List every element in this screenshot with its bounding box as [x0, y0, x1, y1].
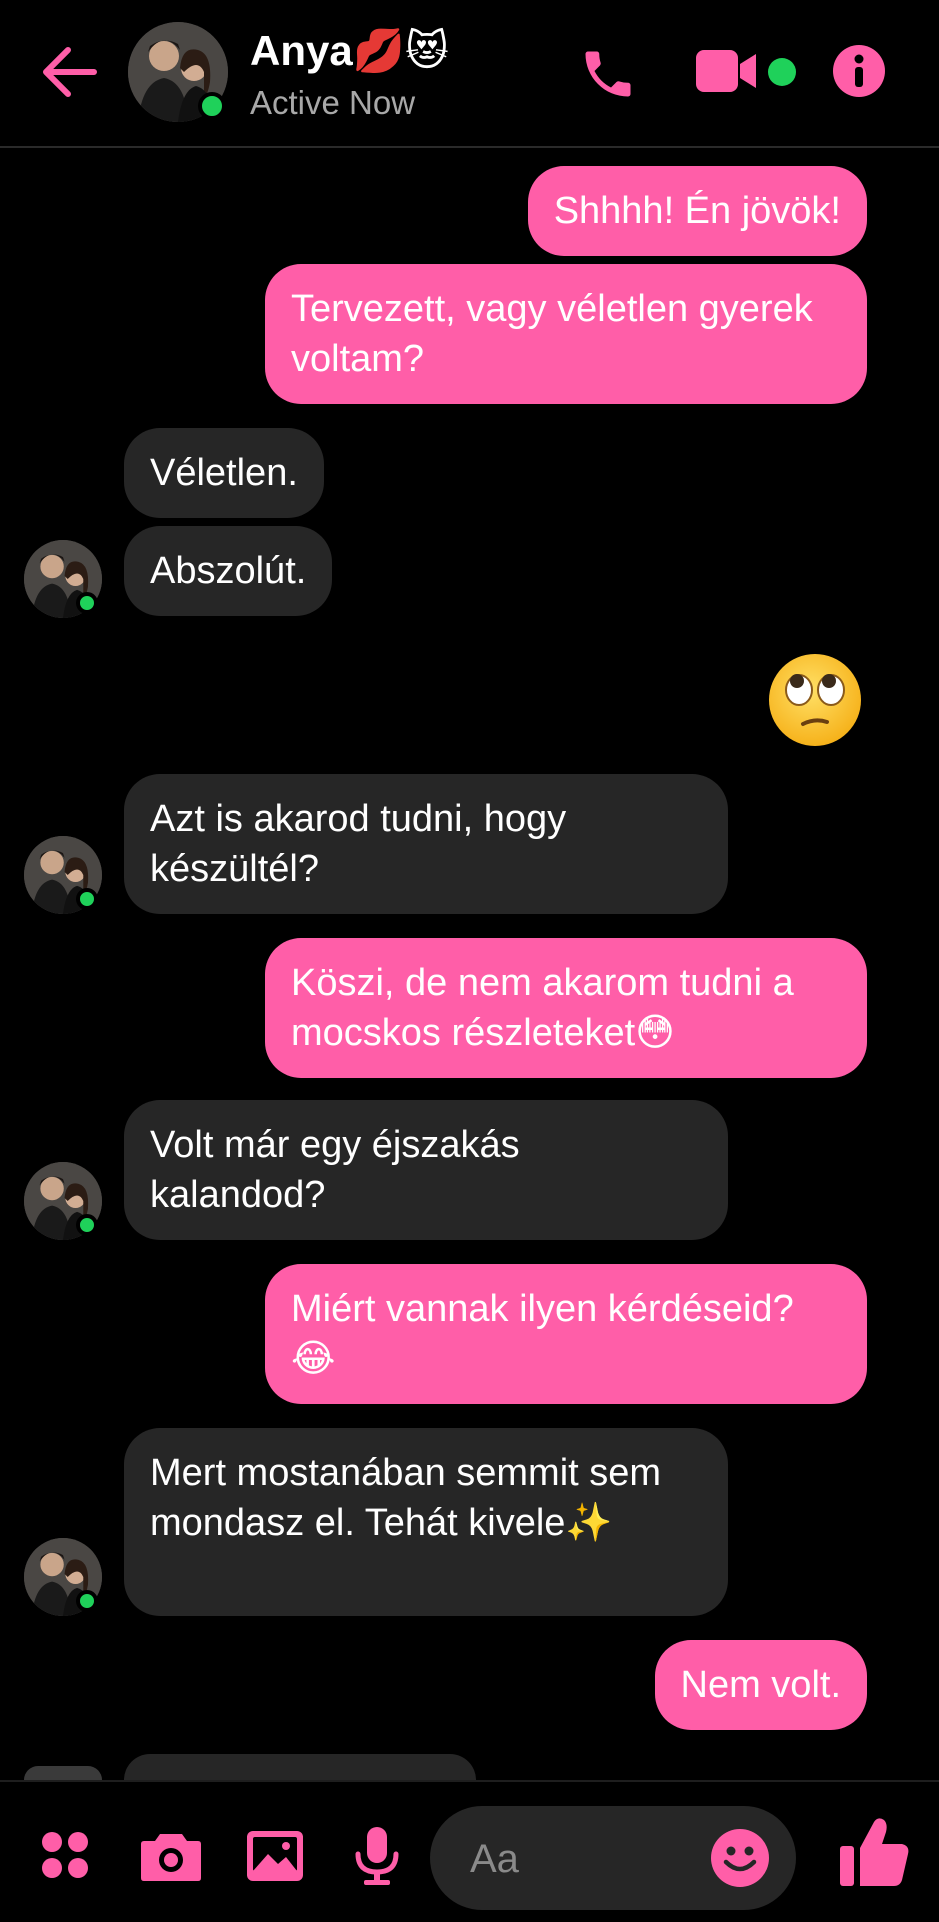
active-status: Active Now [250, 84, 416, 121]
online-indicator [76, 888, 98, 910]
microphone-icon[interactable] [352, 1826, 402, 1891]
phone-icon[interactable] [578, 44, 638, 104]
contact-name[interactable]: Anya💋😻 [250, 26, 449, 76]
incoming-message[interactable]: Abszolút. [124, 526, 333, 616]
composer-bar [0, 1780, 939, 1922]
image-icon[interactable] [246, 1830, 304, 1887]
outgoing-message[interactable]: Nem volt. [654, 1640, 867, 1730]
rolling-eyes-emoji[interactable] [767, 652, 863, 748]
thumbs-up-icon[interactable] [838, 1816, 910, 1893]
outgoing-message[interactable]: Miért vannak ilyen kérdéseid? 😂 [265, 1264, 867, 1404]
info-icon[interactable] [832, 44, 886, 98]
online-indicator [76, 592, 98, 614]
message-input-box[interactable] [430, 1806, 796, 1910]
incoming-message-partial [124, 1754, 476, 1780]
incoming-message[interactable]: Véletlen. [124, 428, 324, 518]
incoming-message[interactable]: Azt is akarod tudni, hogy készültél? [124, 774, 728, 914]
outgoing-message[interactable]: Köszi, de nem akarom tudni a mocskos rés… [265, 938, 867, 1078]
sender-avatar-partial [24, 1766, 102, 1780]
back-arrow-icon[interactable] [38, 44, 100, 100]
video-active-dot [768, 58, 796, 86]
video-camera-icon[interactable] [694, 48, 758, 94]
outgoing-message[interactable]: Shhhh! Én jövök! [527, 166, 867, 256]
camera-icon[interactable] [140, 1830, 202, 1887]
message-input[interactable] [468, 1830, 692, 1888]
incoming-message[interactable]: Volt már egy éjszakás kalandod? [124, 1100, 728, 1240]
incoming-message[interactable]: Mert mostanában semmit sem mondasz el. T… [124, 1428, 728, 1616]
smiley-icon[interactable] [710, 1828, 770, 1893]
online-indicator [76, 1214, 98, 1236]
chat-header: Anya💋😻 Active Now [0, 0, 939, 148]
menu-dots-icon[interactable] [40, 1830, 90, 1885]
outgoing-message[interactable]: Tervezett, vagy véletlen gyerek voltam? [265, 264, 867, 404]
online-indicator [76, 1590, 98, 1612]
online-indicator [198, 92, 226, 120]
